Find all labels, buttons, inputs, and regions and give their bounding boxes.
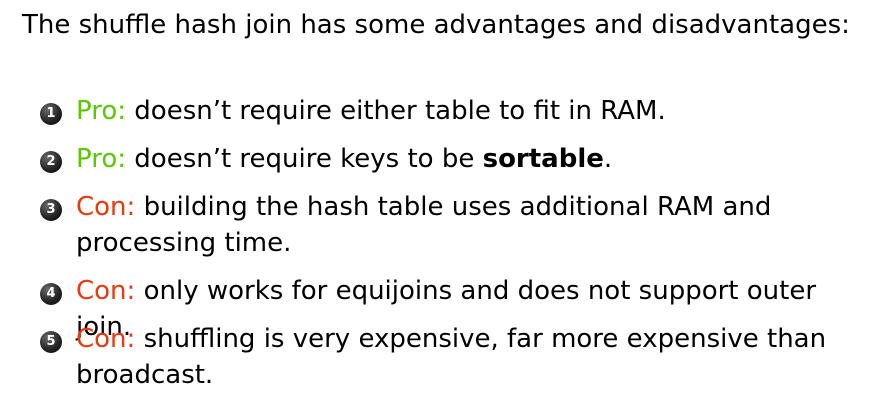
pro-label: Pro: xyxy=(76,144,127,174)
con-label: Con: xyxy=(76,324,136,354)
item-body-end: . xyxy=(603,144,613,174)
number-badge-icon: 2 xyxy=(40,151,62,173)
con-label: Con: xyxy=(76,276,136,306)
item-body: doesn’t require keys to be xyxy=(134,144,475,174)
item-body: doesn’t require either table to fit in R… xyxy=(134,96,666,126)
item-body-bold: sortable xyxy=(482,144,604,174)
number-badge-icon: 5 xyxy=(40,331,62,353)
item-body: building the hash table uses additional … xyxy=(76,192,772,258)
item-text: Con: shuffling is very expensive, far mo… xyxy=(76,321,860,393)
item-text: Pro: doesn’t require either table to fit… xyxy=(76,93,860,129)
intro-text: The shuffle hash join has some advantage… xyxy=(22,10,850,40)
pro-label: Pro: xyxy=(76,96,127,126)
item-text: Con: building the hash table uses additi… xyxy=(76,189,860,261)
item-body: shuffling is very expensive, far more ex… xyxy=(76,324,827,390)
number-badge-icon: 3 xyxy=(40,199,62,221)
slide: The shuffle hash join has some advantage… xyxy=(0,0,876,402)
number-badge-icon: 4 xyxy=(40,283,62,305)
con-label: Con: xyxy=(76,192,136,222)
number-badge-icon: 1 xyxy=(40,103,62,125)
item-text: Pro: doesn’t require keys to be sortable… xyxy=(76,141,860,177)
